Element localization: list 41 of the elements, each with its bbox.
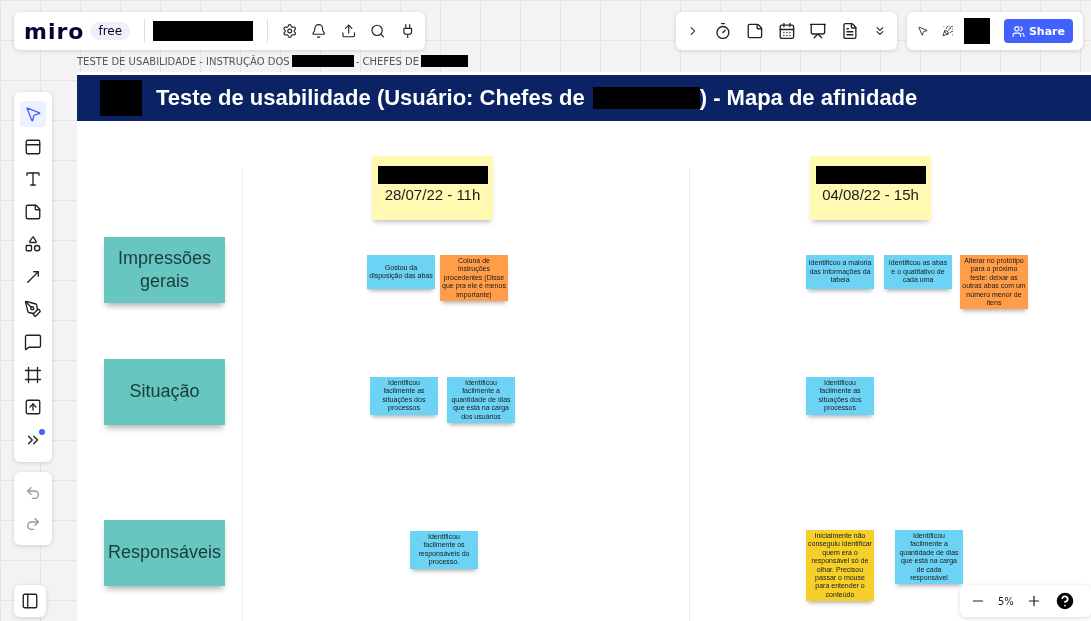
sticky-note-icon [24,202,42,221]
document-icon[interactable] [841,22,860,40]
upload-icon [24,398,42,417]
redaction-bar [963,18,990,44]
users-icon [1011,24,1025,38]
redaction-bar [100,80,142,116]
template-icon [24,137,42,156]
category-sticky-note: Situação [104,359,225,425]
frame-title: Teste de usabilidade (Usuário: Chefes de [156,85,585,111]
calendar-icon[interactable] [777,22,796,40]
sticky-note-icon[interactable] [745,22,764,40]
undo-icon[interactable] [25,485,41,502]
text-icon [24,170,42,189]
frame-icon [24,365,42,384]
session-date: 28/07/22 - 11h [384,186,481,203]
shapes-icon [24,235,42,254]
category-sticky-note: Responsáveis [104,520,225,586]
zoom-level[interactable]: 5% [998,595,1014,607]
cursor-icon [24,105,42,124]
plan-badge[interactable]: free [90,22,131,40]
help-icon[interactable] [1053,590,1076,612]
app-logo[interactable]: miro [24,18,85,44]
breadcrumb-text: - CHEFES DE [355,55,419,67]
notification-dot [39,428,45,435]
panel-icon[interactable] [21,592,39,610]
redaction-bar [291,55,354,67]
upload-icon[interactable] [340,22,357,40]
timer-icon[interactable] [713,22,732,40]
redaction-bar [420,55,468,67]
frame-title: ) - Mapa de afinidade [699,85,918,111]
redo-icon[interactable] [25,515,41,532]
presentation-icon[interactable] [809,22,828,40]
bell-icon[interactable] [311,22,327,40]
category-sticky-note: Impressões gerais [104,237,225,303]
share-button[interactable]: Share [1003,19,1073,43]
session-date: 04/08/22 - 15h [822,186,919,203]
comment-icon [24,333,42,351]
search-icon[interactable] [370,22,386,40]
settings-icon[interactable] [281,22,298,40]
pen-icon [24,300,42,319]
breadcrumb-text: TESTE DE USABILIDADE - INSTRUÇÃO DOS [77,55,290,67]
